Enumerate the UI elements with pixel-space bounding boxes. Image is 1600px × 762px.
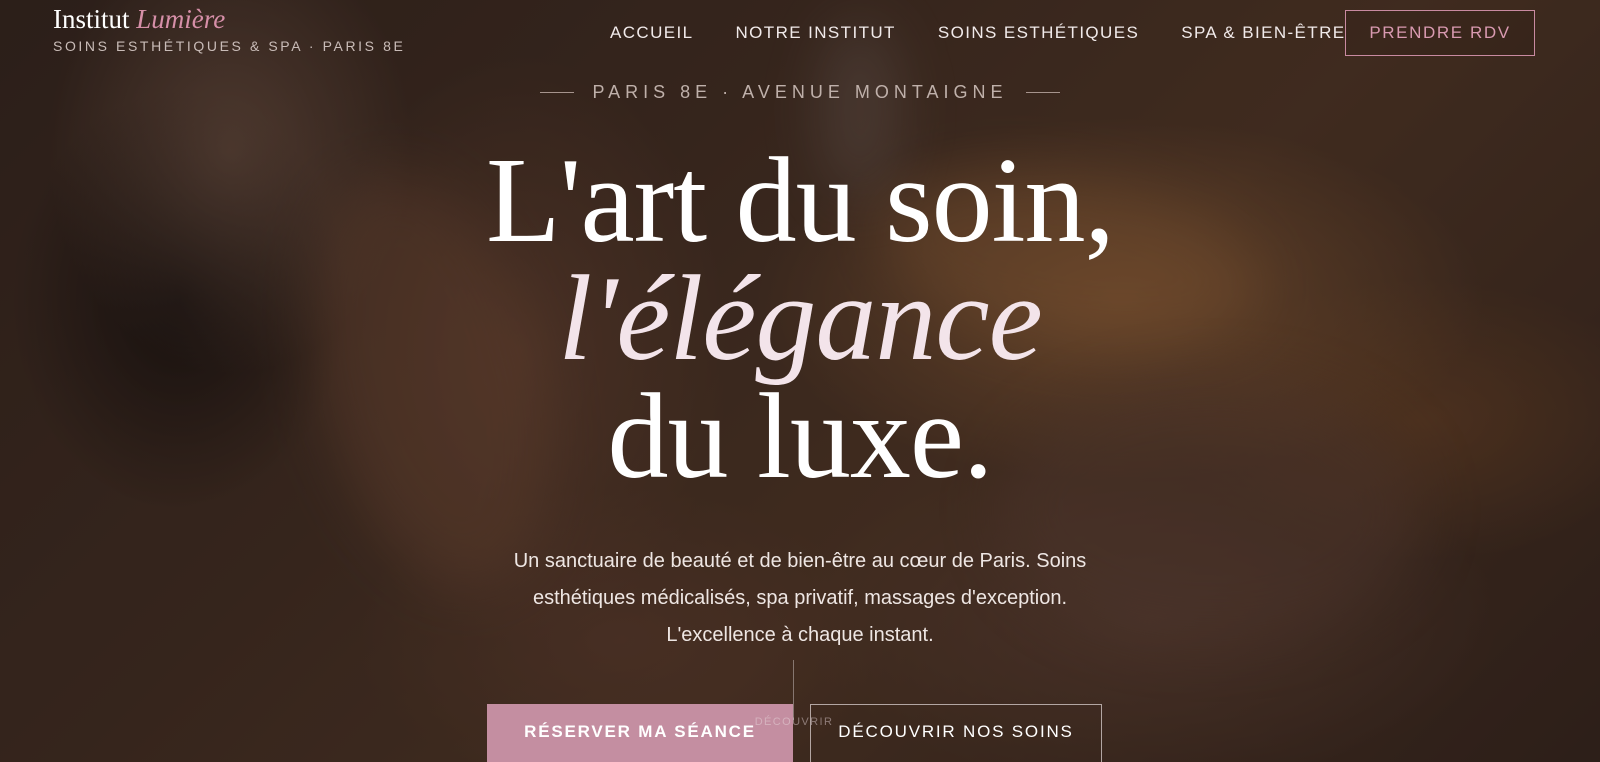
hero-section: Institut Lumière SOINS ESTHÉTIQUES & SPA… [0,0,1600,762]
main-nav: ACCUEIL NOTRE INSTITUT SOINS ESTHÉTIQUES… [590,22,1346,44]
headline-line-1: L'art du soin, [485,133,1115,268]
site-header: Institut Lumière SOINS ESTHÉTIQUES & SPA… [0,0,1600,66]
eyebrow-divider-left [540,92,575,93]
brand-name-accent: Lumière [136,4,226,34]
nav-item-spa-bien-etre[interactable]: SPA & BIEN-ÊTRE [1181,22,1345,44]
discover-treatments-button[interactable]: DÉCOUVRIR NOS SOINS [810,704,1102,762]
nav-item-notre-institut[interactable]: NOTRE INSTITUT [736,22,896,44]
hero-headline: L'art du soin, l'élégance du luxe. [0,133,1600,504]
headline-line-3: du luxe. [607,369,993,504]
nav-item-soins-esthetiques[interactable]: SOINS ESTHÉTIQUES [938,22,1139,44]
book-appointment-button[interactable]: PRENDRE RDV [1345,10,1535,56]
brand-tagline: SOINS ESTHÉTIQUES & SPA · PARIS 8E [53,38,406,54]
hero-eyebrow: PARIS 8E · AVENUE MONTAIGNE [0,82,1600,103]
brand-logo[interactable]: Institut Lumière SOINS ESTHÉTIQUES & SPA… [53,2,405,54]
brand-name: Institut Lumière [53,2,405,36]
brand-name-main: Institut [53,4,130,34]
nav-item-accueil[interactable]: ACCUEIL [610,22,694,44]
eyebrow-divider-right [1025,92,1060,93]
scroll-indicator-label[interactable]: DÉCOUVRIR [745,716,843,728]
headline-line-2: l'élégance [558,251,1042,386]
eyebrow-text: PARIS 8E · AVENUE MONTAIGNE [592,82,1008,102]
scroll-indicator-line [793,660,794,720]
book-session-button[interactable]: RÉSERVER MA SÉANCE [487,704,793,762]
hero-description: Un sanctuaire de beauté et de bien-être … [513,550,1087,646]
